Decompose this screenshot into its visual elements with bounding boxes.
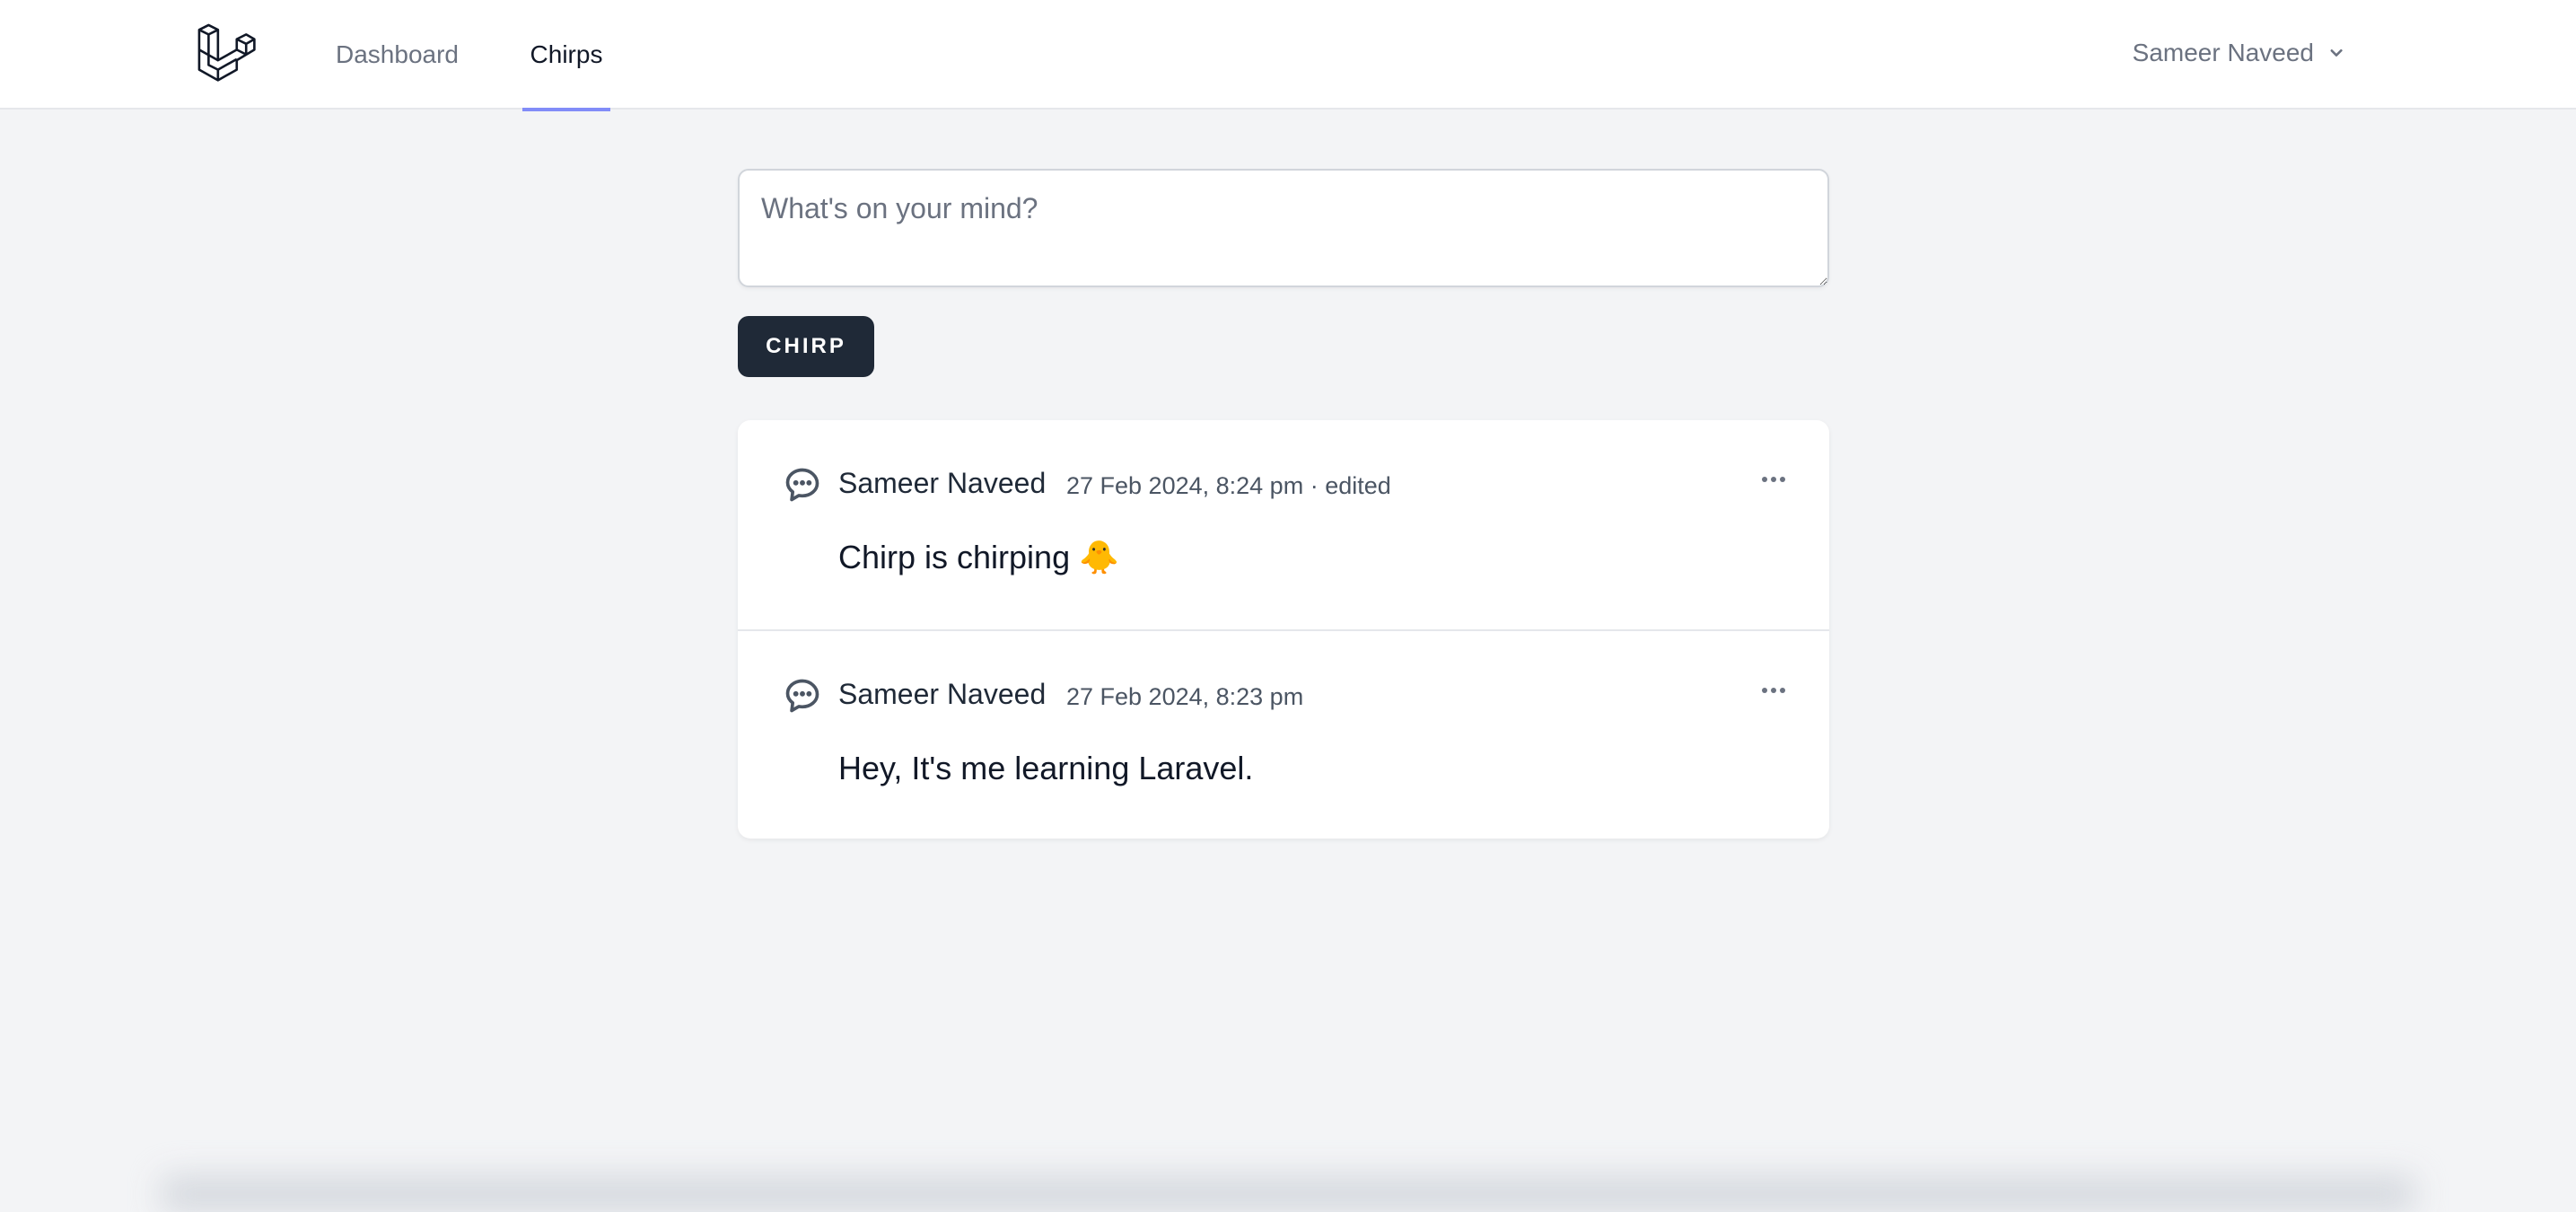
chirp-timestamp: 27 Feb 2024, 8:23 pm [1066,683,1303,711]
user-name: Sameer Naveed [2132,39,2314,66]
chirp-edited-label: · edited [1310,472,1391,499]
chirp-date: 27 Feb 2024, 8:24 pm [1066,472,1304,499]
top-navigation: Dashboard Chirps Sameer Naveed [0,0,2576,111]
nav-link-chirps[interactable]: Chirps [522,0,610,111]
chirp-item: Sameer Naveed 27 Feb 2024, 8:24 pm · edi… [738,420,1829,629]
nav-link-chirps-label: Chirps [530,40,603,68]
chirp-feed: Sameer Naveed 27 Feb 2024, 8:24 pm · edi… [738,420,1829,839]
chirp-author: Sameer Naveed [838,678,1047,710]
active-tab-indicator [522,108,610,111]
ellipsis-icon[interactable] [1757,681,1790,699]
chirp-message: Hey, It's me learning Laravel. [838,750,1254,786]
chirp-submit-button[interactable]: CHIRP [738,316,874,377]
chevron-down-icon [2330,48,2343,57]
ellipsis-icon[interactable] [1757,470,1790,488]
chirp-timestamp: 27 Feb 2024, 8:24 pm · edited [1066,472,1391,500]
chat-bubble-icon [785,679,819,713]
chirp-author: Sameer Naveed [838,467,1047,499]
chirp-item: Sameer Naveed 27 Feb 2024, 8:23 pm Hey, … [738,629,1829,839]
chirp-message: Chirp is chirping 🐥 [838,539,1119,575]
chat-bubble-icon [785,468,819,502]
chirp-date: 27 Feb 2024, 8:23 pm [1066,683,1304,710]
nav-link-dashboard[interactable]: Dashboard [336,0,459,110]
page-bottom-shadow [162,1176,2414,1212]
chirp-message-input[interactable] [738,169,1829,287]
user-menu-dropdown[interactable]: Sameer Naveed [2133,0,2348,106]
laravel-logo-icon[interactable] [196,22,257,83]
